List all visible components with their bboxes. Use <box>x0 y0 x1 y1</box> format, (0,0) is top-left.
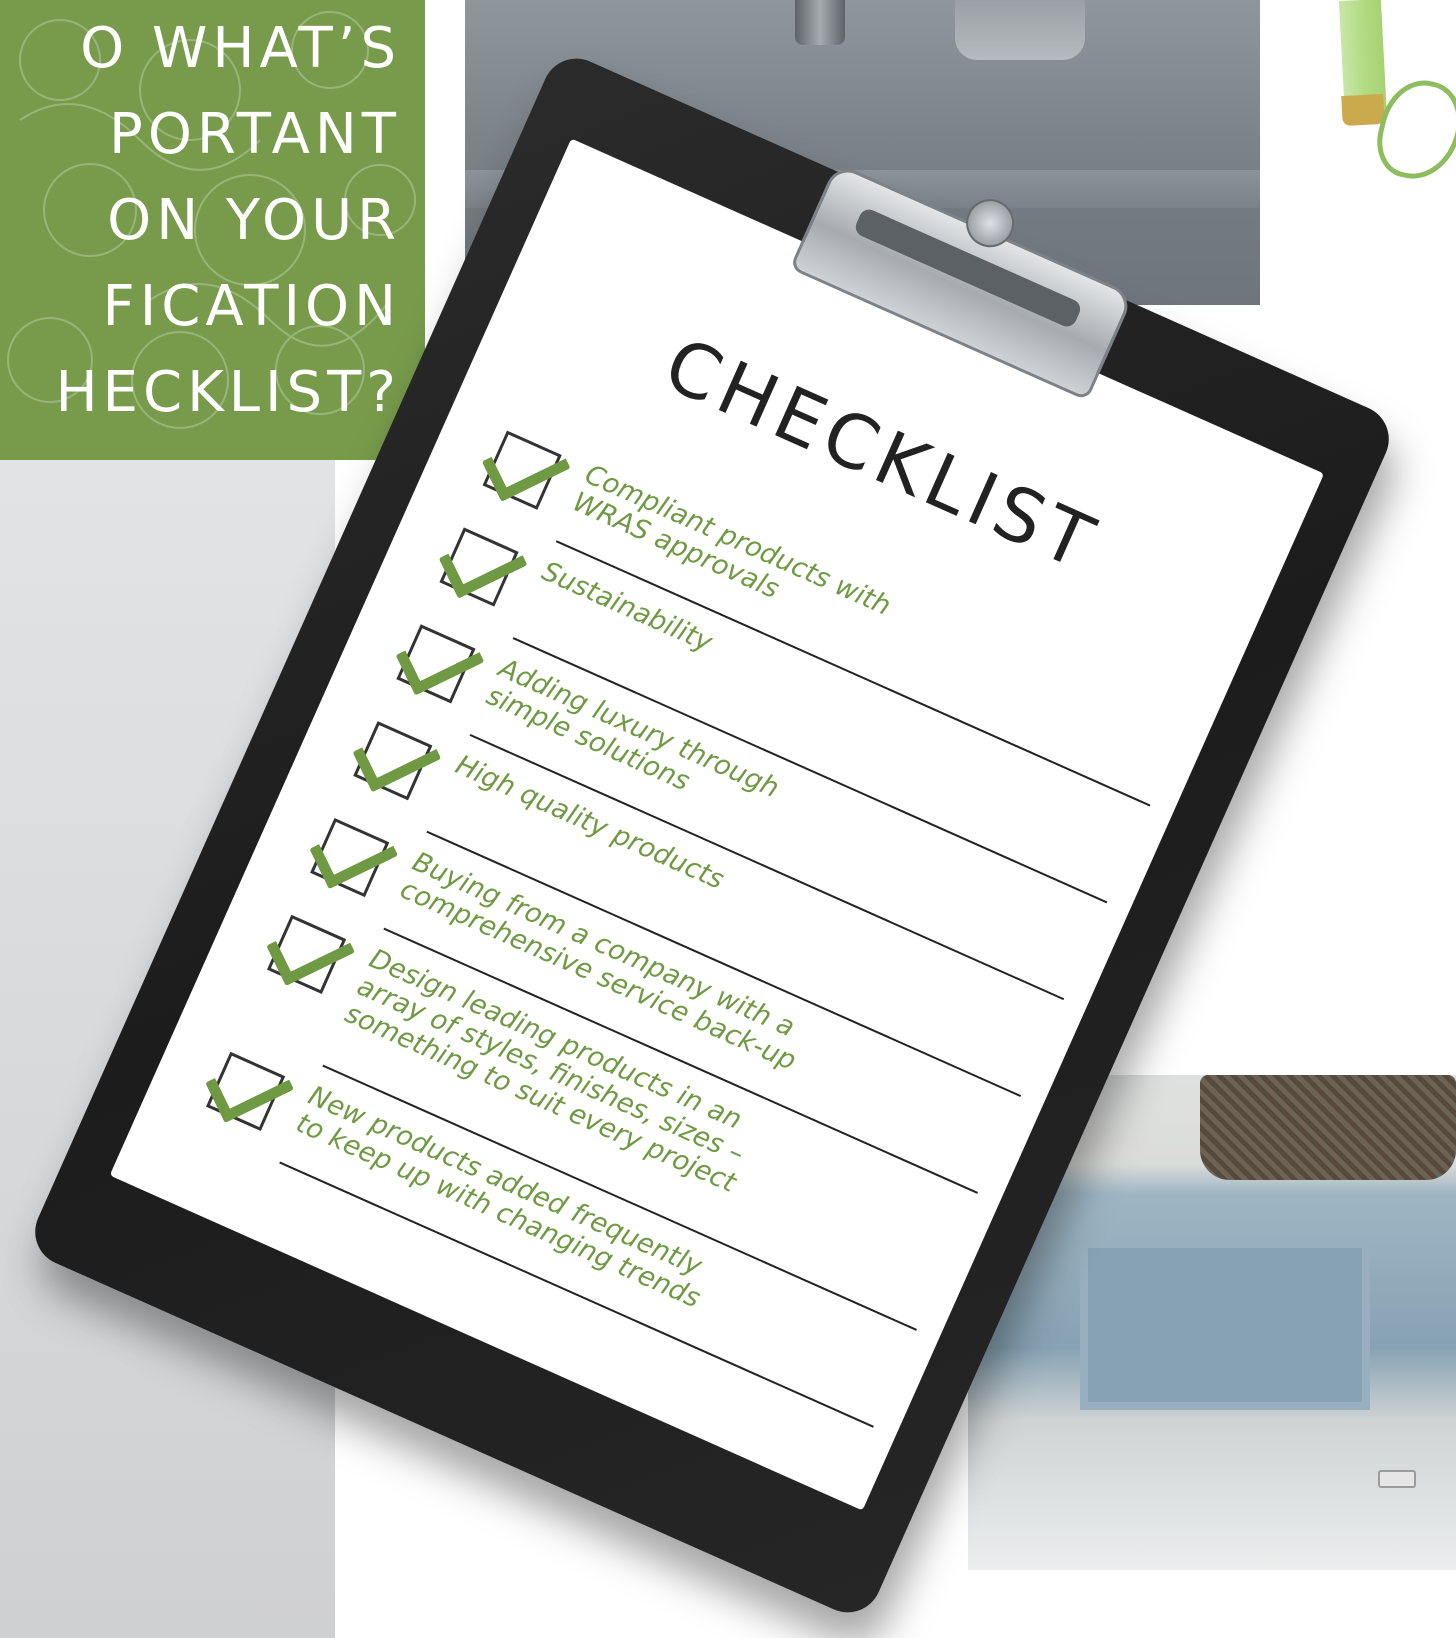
heading-line-1: O WHAT’S <box>80 16 401 81</box>
heading-box: O WHAT’S PORTANT ON YOUR FICATION HECKLI… <box>0 0 425 460</box>
checkbox <box>352 718 442 801</box>
checkbox <box>481 427 571 510</box>
drawer-handle-image <box>1378 1470 1416 1488</box>
heading-text: O WHAT’S PORTANT ON YOUR FICATION HECKLI… <box>55 6 401 436</box>
sink-tray-image <box>955 0 1085 60</box>
checkbox <box>438 524 528 607</box>
heading-line-4: FICATION <box>102 274 401 339</box>
checkbox <box>266 911 356 994</box>
pencil-tip-image <box>1341 93 1385 127</box>
heading-line-5: HECKLIST? <box>55 360 401 425</box>
heading-line-2: PORTANT <box>109 102 401 167</box>
faucet-image <box>795 0 845 45</box>
checkbox <box>395 621 485 704</box>
heading-line-3: ON YOUR <box>107 188 401 253</box>
basket-image <box>1200 1075 1456 1180</box>
cabinet-door-image <box>1080 1240 1370 1410</box>
checkmark-icon <box>481 427 571 502</box>
checkbox <box>309 815 399 898</box>
checkbox <box>205 1048 295 1132</box>
